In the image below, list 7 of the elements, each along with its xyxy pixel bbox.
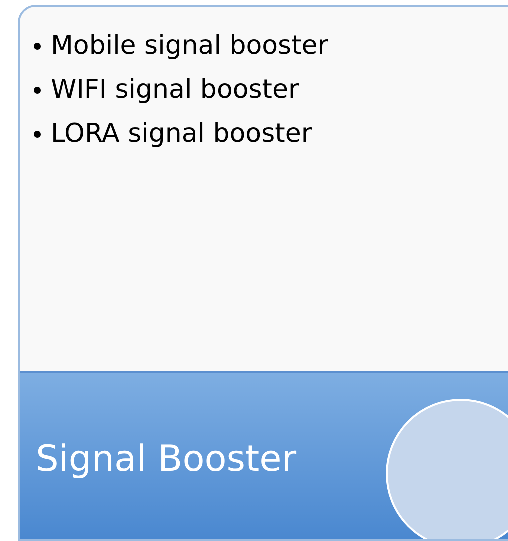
title-text: Signal Booster [36,438,297,482]
bullet-text: WIFI signal booster [51,74,300,107]
bullet-icon [34,42,41,50]
bullet-text: Mobile signal booster [51,30,328,63]
bullet-text: LORA signal booster [51,118,312,151]
bullet-icon [34,86,41,94]
bullet-icon [34,130,41,138]
